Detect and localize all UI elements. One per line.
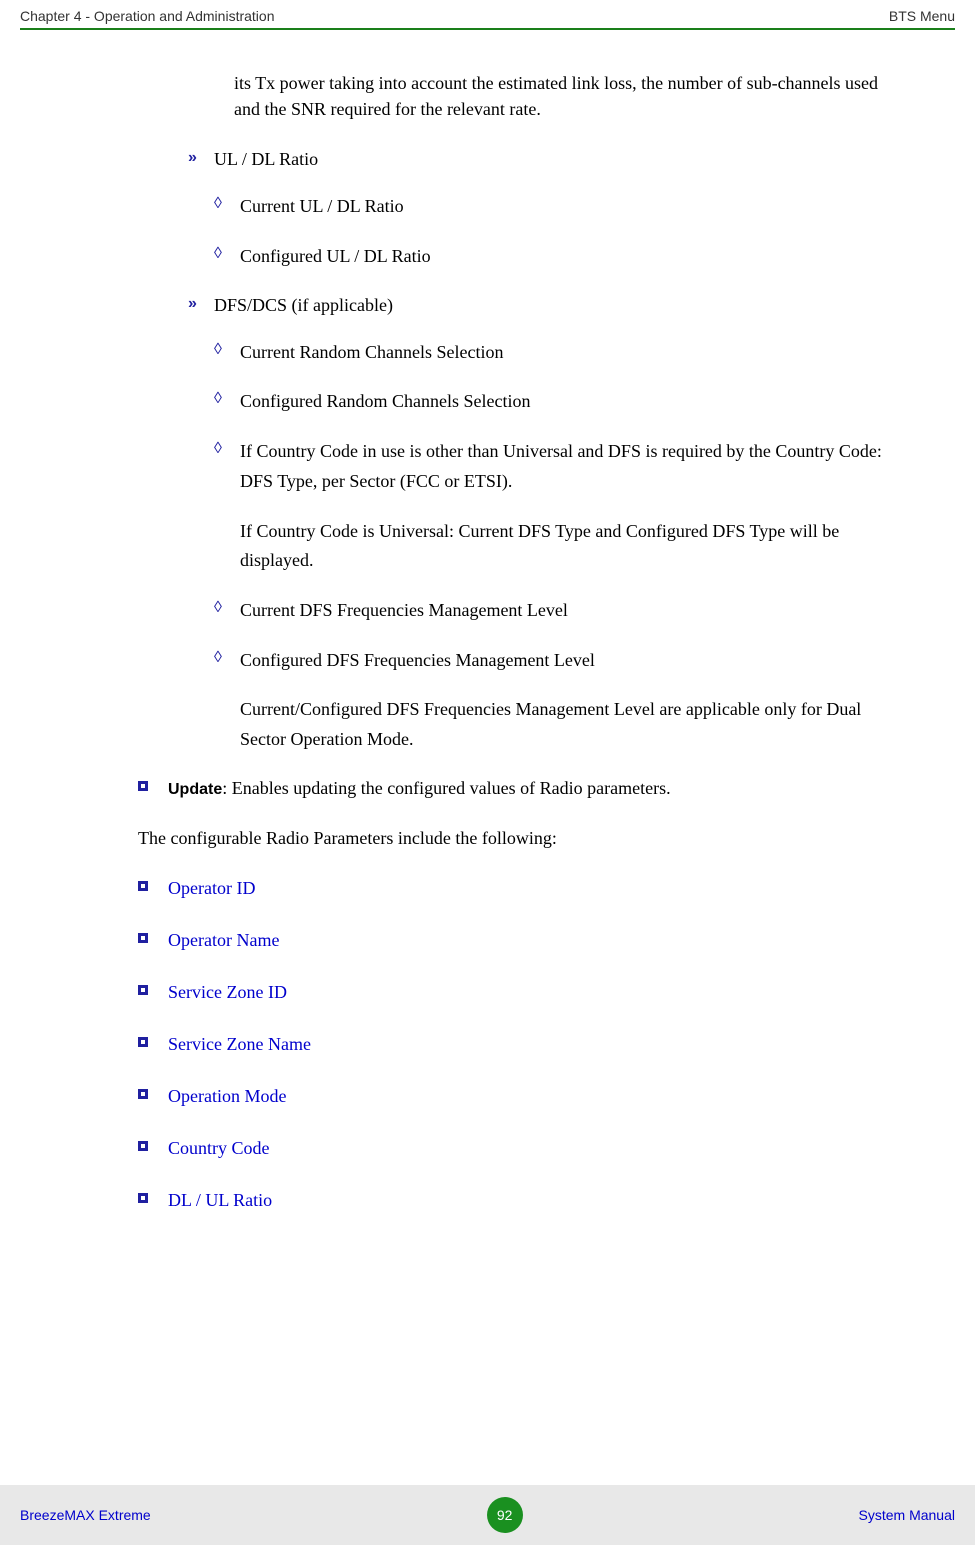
diamond-bullet-item: ◊ Configured DFS Frequencies Management … (214, 646, 905, 676)
link-bullet-operator-id: Operator ID (138, 875, 905, 901)
square-bullet-icon (138, 778, 168, 801)
diamond-bullet-text: If Country Code in use is other than Uni… (240, 437, 905, 496)
square-bullet-icon (138, 878, 168, 901)
link-text[interactable]: Operator Name (168, 927, 905, 953)
diamond-bullet-icon: ◊ (214, 387, 240, 417)
update-description: : Enables updating the configured values… (222, 778, 670, 798)
link-text[interactable]: Country Code (168, 1135, 905, 1161)
square-bullet-icon (138, 1034, 168, 1057)
link-text[interactable]: Service Zone Name (168, 1031, 905, 1057)
sub-bullet-label: UL / DL Ratio (214, 146, 318, 172)
update-bullet: Update: Enables updating the configured … (138, 775, 905, 801)
diamond-bullet-icon: ◊ (214, 646, 240, 676)
square-bullet-icon (138, 982, 168, 1005)
link-bullet-service-zone-id: Service Zone ID (138, 979, 905, 1005)
diamond-bullet-text: Current UL / DL Ratio (240, 192, 905, 222)
square-bullet-icon (138, 1086, 168, 1109)
link-bullet-operation-mode: Operation Mode (138, 1083, 905, 1109)
link-text[interactable]: Operator ID (168, 875, 905, 901)
diamond-bullet-icon: ◊ (214, 437, 240, 496)
link-text[interactable]: Service Zone ID (168, 979, 905, 1005)
page-footer: BreezeMAX Extreme 92 System Manual (0, 1485, 975, 1545)
diamond-bullet-item: ◊ Current UL / DL Ratio (214, 192, 905, 222)
intro-paragraph: The configurable Radio Parameters includ… (138, 825, 905, 851)
link-text[interactable]: Operation Mode (168, 1083, 905, 1109)
arrow-bullet-icon: » (188, 146, 214, 172)
square-bullet-icon (138, 930, 168, 953)
update-text: Update: Enables updating the configured … (168, 775, 905, 801)
footer-manual-title[interactable]: System Manual (859, 1507, 955, 1523)
diamond-bullet-icon: ◊ (214, 192, 240, 222)
continuation-text: Current/Configured DFS Frequencies Manag… (240, 695, 905, 754)
square-bullet-icon (138, 1190, 168, 1213)
square-bullet-icon (138, 1138, 168, 1161)
diamond-bullet-text: Configured Random Channels Selection (240, 387, 905, 417)
diamond-bullet-item: ◊ Current DFS Frequencies Management Lev… (214, 596, 905, 626)
continuation-text: If Country Code is Universal: Current DF… (240, 517, 905, 576)
link-bullet-dl-ul-ratio: DL / UL Ratio (138, 1187, 905, 1213)
diamond-bullet-item: ◊ Configured Random Channels Selection (214, 387, 905, 417)
diamond-bullet-text: Configured UL / DL Ratio (240, 242, 905, 272)
diamond-bullet-icon: ◊ (214, 338, 240, 368)
update-bold-label: Update (168, 781, 222, 798)
arrow-bullet-icon: » (188, 292, 214, 318)
link-text[interactable]: DL / UL Ratio (168, 1187, 905, 1213)
footer-product-name[interactable]: BreezeMAX Extreme (20, 1507, 151, 1523)
diamond-bullet-item: ◊ Configured UL / DL Ratio (214, 242, 905, 272)
header-menu-title: BTS Menu (889, 8, 955, 24)
link-bullet-operator-name: Operator Name (138, 927, 905, 953)
diamond-bullet-text: Configured DFS Frequencies Management Le… (240, 646, 905, 676)
page-number-badge: 92 (487, 1497, 523, 1533)
diamond-bullet-text: Current Random Channels Selection (240, 338, 905, 368)
diamond-bullet-item: ◊ If Country Code in use is other than U… (214, 437, 905, 496)
main-content: its Tx power taking into account the est… (0, 30, 975, 1260)
sub-bullet-ul-dl-ratio: » UL / DL Ratio (188, 146, 905, 172)
link-bullet-service-zone-name: Service Zone Name (138, 1031, 905, 1057)
sub-bullet-dfs-dcs: » DFS/DCS (if applicable) (188, 292, 905, 318)
diamond-bullet-icon: ◊ (214, 242, 240, 272)
diamond-bullet-item: ◊ Current Random Channels Selection (214, 338, 905, 368)
diamond-bullet-text: Current DFS Frequencies Management Level (240, 596, 905, 626)
link-bullet-country-code: Country Code (138, 1135, 905, 1161)
continuation-paragraph: its Tx power taking into account the est… (234, 70, 905, 122)
diamond-bullet-icon: ◊ (214, 596, 240, 626)
sub-bullet-label: DFS/DCS (if applicable) (214, 292, 393, 318)
page-header: Chapter 4 - Operation and Administration… (0, 0, 975, 28)
header-chapter-title: Chapter 4 - Operation and Administration (20, 8, 274, 24)
